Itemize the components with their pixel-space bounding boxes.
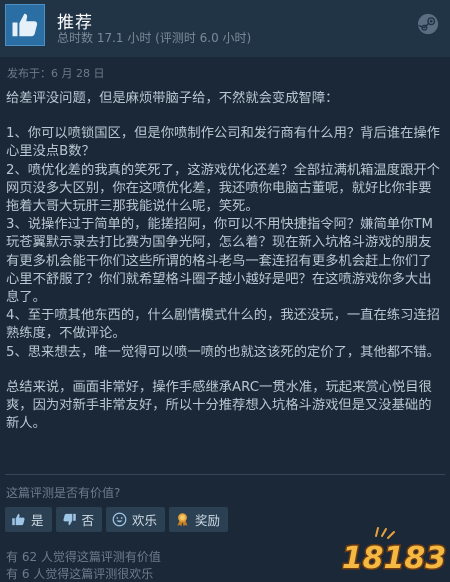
steam-logo-icon bbox=[417, 13, 439, 35]
divider bbox=[5, 474, 445, 475]
thumbs-down-icon bbox=[62, 513, 76, 526]
award-icon bbox=[177, 513, 188, 527]
playtime-hours: 总时数 17.1 小时 (评测时 6.0 小时) bbox=[57, 31, 252, 45]
helpful-count: 有 62 人觉得这篇评测有价值 bbox=[6, 550, 161, 564]
review-paragraph: 给差评没问题，但是麻烦带脑子给，不然就会变成智障： bbox=[6, 91, 339, 106]
thumbs-up-icon bbox=[12, 513, 25, 526]
vote-funny-label: 欢乐 bbox=[132, 513, 158, 528]
helpful-question: 这篇评测是否有价值? bbox=[6, 486, 121, 500]
site-watermark-logo: 18183 bbox=[342, 527, 447, 578]
award-label: 奖励 bbox=[195, 513, 221, 528]
watermark-text: 18183 bbox=[342, 541, 446, 576]
review-paragraph: 总结来说，画面非常好，操作手感继承ARC一贯水准，玩起来赏心悦目很爽，因为对新手… bbox=[6, 379, 432, 432]
vote-funny-button[interactable]: 欢乐 bbox=[106, 507, 166, 532]
award-button[interactable]: 奖励 bbox=[169, 507, 229, 532]
vote-yes-button[interactable]: 是 bbox=[5, 507, 52, 532]
vote-yes-label: 是 bbox=[31, 513, 44, 528]
review-paragraph: 2、喷优化差的我真的笑死了，这游戏优化还差？全部拉满机箱温度跟开个网页没多大区别… bbox=[6, 162, 440, 215]
vote-no-label: 否 bbox=[81, 513, 95, 528]
vote-no-button[interactable]: 否 bbox=[55, 507, 103, 532]
review-paragraph: 4、至于喷其他东西的，什么剧情模式什么的，我还没玩，一直在练习连招熟练度，不做评… bbox=[6, 308, 440, 342]
funny-count: 有 6 人觉得这篇评测很欢乐 bbox=[6, 567, 154, 581]
recommended-thumbs-up-badge bbox=[5, 4, 45, 46]
review-paragraph: 5、思来想去，唯一觉得可以喷一喷的也就这该死的定价了，其他都不错。 bbox=[6, 344, 440, 360]
review-body: 给差评没问题，但是麻烦带脑子给，不然就会变成智障： 1、你可以喷锁国区，但是你喷… bbox=[6, 90, 444, 433]
review-paragraph: 1、你可以喷锁国区，但是你喷制作公司和发行商有什么用？背后谁在操作心里没点B数？ bbox=[6, 126, 440, 160]
thumbs-up-icon bbox=[12, 13, 38, 37]
vote-button-row: 是 否 欢乐 奖励 bbox=[5, 507, 229, 532]
laugh-icon bbox=[112, 512, 127, 527]
review-paragraph: 3、说操作过于简单的，能搓招阿，你可以不用快捷指令阿？嫌简单你TM玩苍翼默示录去… bbox=[6, 217, 433, 306]
posted-date: 发布于：6 月 28 日 bbox=[7, 67, 105, 80]
review-header: 推荐 总时数 17.1 小时 (评测时 6.0 小时) bbox=[0, 0, 450, 57]
